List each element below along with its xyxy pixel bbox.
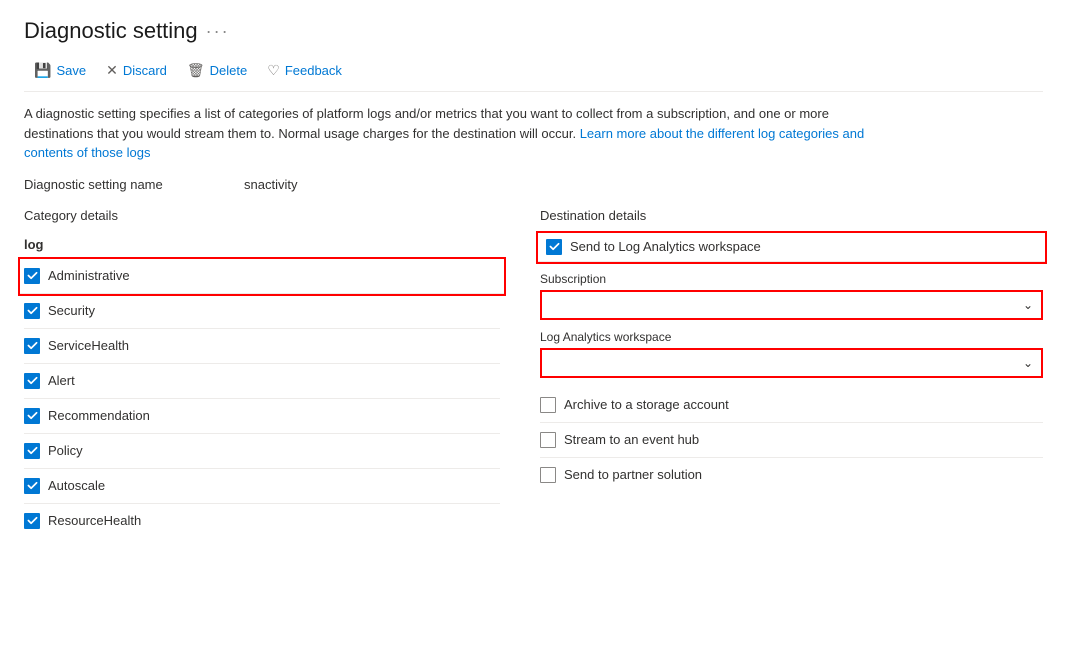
discard-label: Discard (123, 63, 167, 78)
log-col-header: log (24, 233, 500, 259)
label-security: Security (48, 303, 95, 318)
label-autoscale: Autoscale (48, 478, 105, 493)
delete-label: Delete (210, 63, 248, 78)
label-servicehealth: ServiceHealth (48, 338, 129, 353)
checkbox-row-autoscale[interactable]: Autoscale (24, 469, 500, 504)
feedback-label: Feedback (285, 63, 342, 78)
page-title-ellipsis: ··· (206, 21, 230, 42)
destination-details-label: Destination details (540, 208, 1043, 223)
setting-name-label: Diagnostic setting name (24, 177, 184, 192)
delete-button[interactable]: 🗑 Delete (177, 58, 257, 83)
info-bar: A diagnostic setting specifies a list of… (24, 104, 884, 163)
checkbox-row-alert[interactable]: Alert (24, 364, 500, 399)
checkbox-security[interactable] (24, 303, 40, 319)
save-label: Save (56, 63, 86, 78)
label-resourcehealth: ResourceHealth (48, 513, 141, 528)
discard-button[interactable]: ✕ Discard (96, 58, 177, 83)
event-hub-label: Stream to an event hub (564, 432, 699, 447)
checkbox-policy[interactable] (24, 443, 40, 459)
archive-label: Archive to a storage account (564, 397, 729, 412)
checkbox-autoscale[interactable] (24, 478, 40, 494)
checkbox-row-policy[interactable]: Policy (24, 434, 500, 469)
subscription-dropdown[interactable]: ⌄ (540, 290, 1043, 320)
checkbox-resourcehealth[interactable] (24, 513, 40, 529)
page-title: Diagnostic setting ··· (24, 18, 1043, 44)
event-hub-row[interactable]: Stream to an event hub (540, 423, 1043, 458)
discard-icon: ✕ (106, 62, 118, 79)
delete-icon: 🗑 (187, 62, 205, 79)
checkbox-send-to-analytics[interactable] (546, 239, 562, 255)
label-administrative: Administrative (48, 268, 130, 283)
feedback-icon: ♡ (267, 62, 280, 79)
checkbox-event-hub[interactable] (540, 432, 556, 448)
archive-row[interactable]: Archive to a storage account (540, 388, 1043, 423)
log-analytics-dropdown[interactable]: ⌄ (540, 348, 1043, 378)
page-title-text: Diagnostic setting (24, 18, 198, 44)
send-to-analytics-row[interactable]: Send to Log Analytics workspace (538, 233, 1045, 262)
checkbox-row-servicehealth[interactable]: ServiceHealth (24, 329, 500, 364)
log-analytics-label: Log Analytics workspace (540, 330, 1043, 344)
checkbox-servicehealth[interactable] (24, 338, 40, 354)
checkbox-recommendation[interactable] (24, 408, 40, 424)
toolbar: 💾 Save ✕ Discard 🗑 Delete ♡ Feedback (24, 58, 1043, 92)
checkbox-partner[interactable] (540, 467, 556, 483)
log-analytics-field-group: Log Analytics workspace ⌄ (540, 330, 1043, 378)
label-alert: Alert (48, 373, 75, 388)
partner-row[interactable]: Send to partner solution (540, 458, 1043, 492)
label-policy: Policy (48, 443, 83, 458)
checkbox-row-recommendation[interactable]: Recommendation (24, 399, 500, 434)
checkbox-row-security[interactable]: Security (24, 294, 500, 329)
right-panel: Destination details Send to Log Analytic… (524, 208, 1043, 538)
send-to-analytics-label: Send to Log Analytics workspace (570, 239, 761, 254)
setting-name-row: Diagnostic setting name snactivity (24, 177, 1043, 192)
checkbox-administrative[interactable] (24, 268, 40, 284)
left-panel: Category details log Administrative Secu… (24, 208, 524, 538)
subscription-label: Subscription (540, 272, 1043, 286)
subscription-field-group: Subscription ⌄ (540, 272, 1043, 320)
setting-name-value: snactivity (244, 177, 297, 192)
checkbox-archive[interactable] (540, 397, 556, 413)
main-content: Category details log Administrative Secu… (24, 208, 1043, 538)
label-recommendation: Recommendation (48, 408, 150, 423)
save-button[interactable]: 💾 Save (24, 58, 96, 83)
checkbox-alert[interactable] (24, 373, 40, 389)
log-analytics-chevron-icon: ⌄ (1023, 356, 1033, 370)
page-container: Diagnostic setting ··· 💾 Save ✕ Discard … (0, 0, 1067, 649)
category-details-label: Category details (24, 208, 500, 223)
save-icon: 💾 (34, 62, 51, 79)
checkbox-row-administrative[interactable]: Administrative (20, 259, 504, 294)
partner-label: Send to partner solution (564, 467, 702, 482)
feedback-button[interactable]: ♡ Feedback (257, 58, 352, 83)
subscription-chevron-icon: ⌄ (1023, 298, 1033, 312)
checkbox-row-resourcehealth[interactable]: ResourceHealth (24, 504, 500, 538)
